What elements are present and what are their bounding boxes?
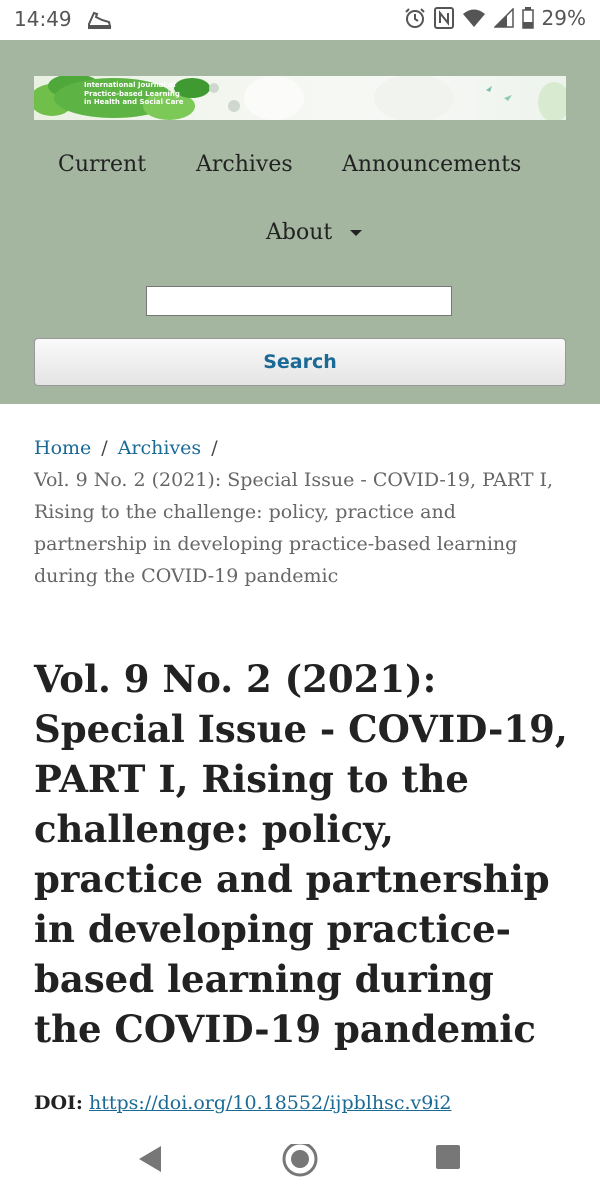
- alarm-icon: [404, 8, 425, 28]
- breadcrumb-home[interactable]: Home: [34, 437, 91, 459]
- battery-percentage: 29%: [541, 6, 586, 30]
- back-icon[interactable]: [136, 1144, 164, 1174]
- nav-item-archives[interactable]: Archives: [196, 152, 293, 177]
- nav-item-about[interactable]: About: [266, 220, 363, 245]
- search-button[interactable]: Search: [34, 338, 566, 386]
- journal-name-line-2: Practice-based Learning: [84, 89, 180, 98]
- journal-banner[interactable]: International Journal of Practice-based …: [34, 76, 566, 120]
- cellular-signal-icon: [493, 8, 514, 28]
- search-input[interactable]: [146, 286, 452, 316]
- nav-item-about-label: About: [266, 220, 333, 245]
- nfc-icon: [433, 7, 454, 29]
- page-title: Vol. 9 No. 2 (2021): Special Issue - COV…: [34, 657, 568, 1051]
- status-time: 14:49: [14, 7, 72, 31]
- breadcrumb-current: Vol. 9 No. 2 (2021): Special Issue - COV…: [34, 469, 554, 587]
- caret-down-icon: [350, 230, 363, 236]
- breadcrumb-separator: /: [101, 437, 108, 459]
- site-header: International Journal of Practice-based …: [0, 40, 600, 404]
- nav-item-announcements[interactable]: Announcements: [342, 152, 521, 177]
- battery-icon: [521, 7, 534, 29]
- wifi-icon: [462, 9, 485, 27]
- system-nav-bar: [0, 1130, 600, 1200]
- doi-link[interactable]: https://doi.org/10.18552/ijpblhsc.v9i2: [89, 1092, 452, 1114]
- breadcrumb-archives[interactable]: Archives: [118, 437, 202, 459]
- status-icons: 29%: [404, 6, 586, 30]
- journal-name-line-3: in Health and Social Care: [84, 98, 184, 106]
- doi-label: DOI:: [34, 1092, 83, 1114]
- journal-name: International Journal of Practice-based …: [84, 81, 244, 107]
- breadcrumb-separator: /: [211, 437, 218, 459]
- journal-name-line-1: International Journal of: [84, 81, 177, 89]
- primary-nav: Current Archives Announcements: [0, 152, 600, 188]
- recent-apps-icon[interactable]: [434, 1144, 462, 1172]
- doi: DOI: https://doi.org/10.18552/ijpblhsc.v…: [34, 1092, 574, 1114]
- running-shoe-icon: [88, 11, 112, 29]
- status-bar: 14:49 29%: [0, 0, 600, 40]
- breadcrumb: Home / Archives / Vol. 9 No. 2 (2021): Spec…: [34, 432, 564, 592]
- nav-item-current[interactable]: Current: [58, 152, 146, 177]
- home-icon[interactable]: [281, 1144, 319, 1182]
